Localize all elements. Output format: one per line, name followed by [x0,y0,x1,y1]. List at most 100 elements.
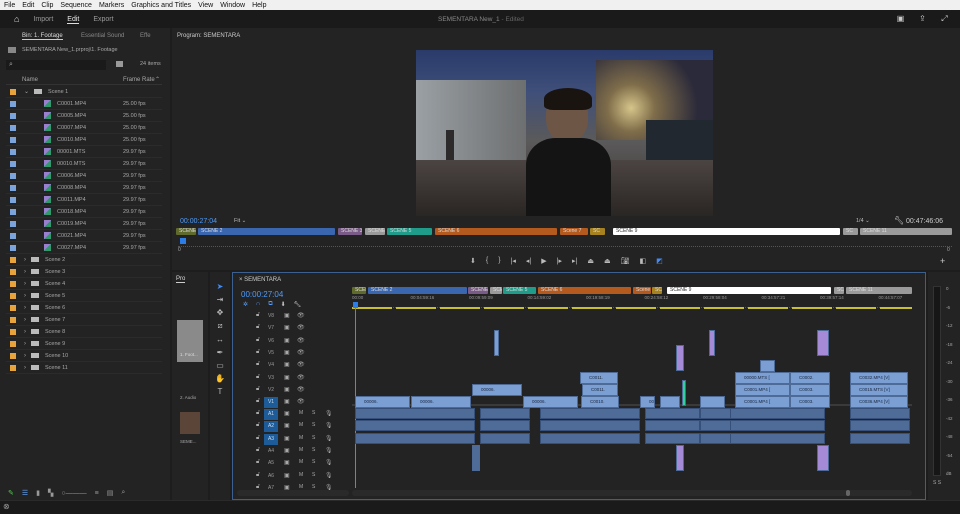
timeline-scene-marker[interactable]: SCENE 6 [538,287,631,294]
fit-dropdown[interactable]: Fit ⌄ [234,218,262,226]
lock-track-icon[interactable]: 🔓︎ [256,410,260,417]
chevron-right-icon[interactable]: › [24,257,26,263]
clip[interactable] [682,380,686,406]
razor-tool-icon[interactable]: ⧄ [217,321,222,331]
track-target-v1[interactable]: V1 [264,397,278,409]
timeline-timecode[interactable]: 00:00:27:04 [241,290,283,299]
vertical-zoom-scrollbar[interactable] [237,490,349,496]
program-scene-marker[interactable]: SCENE 3 [338,228,362,235]
clip[interactable] [494,330,499,356]
clip[interactable] [817,330,829,356]
label-color[interactable] [10,124,16,131]
video-clip[interactable] [760,360,775,372]
timeline-scene-marker[interactable]: SC [834,287,844,294]
video-clip[interactable]: C0011. [582,384,618,396]
sequence-thumbnail[interactable] [180,412,200,434]
video-clip[interactable]: 00006. [411,396,471,408]
lock-track-icon[interactable]: 🔓︎ [256,447,260,454]
search-input[interactable]: ⌕ [6,60,106,70]
pen-tool-icon[interactable]: ✒ [217,348,224,357]
timeline-scene-marker[interactable]: SC [652,287,662,294]
video-clip[interactable]: C0032.MP4 [V] [850,372,908,384]
eye-icon[interactable]: 👁︎ [297,374,305,381]
slip-tool-icon[interactable]: ↔ [216,335,224,344]
folder-row[interactable]: › Scene 11 [6,362,162,374]
clip[interactable] [472,445,480,471]
video-clip[interactable]: C0010. [581,396,619,408]
menu-edit[interactable]: Edit [22,2,34,9]
program-scene-marker[interactable]: SC [590,228,605,235]
timeline-scene-marker[interactable]: SCENE 9 [667,287,831,294]
audio-clip[interactable] [730,408,825,419]
mute-button[interactable]: M [299,472,303,478]
add-marker-icon[interactable]: ⬇︎ [470,257,476,265]
program-playhead[interactable] [180,238,186,244]
label-color[interactable] [10,220,16,227]
label-color[interactable] [10,100,16,107]
chevron-down-icon[interactable]: ⌄ [24,88,29,95]
clip-row[interactable]: C0005.MP4 25.00 fps [6,110,162,122]
video-clip[interactable]: 00000.MTS [ [735,372,790,384]
eye-icon[interactable]: 👁︎ [297,312,305,319]
audio-clip[interactable] [480,420,530,432]
video-clip[interactable]: C0011. [580,372,618,384]
lock-track-icon[interactable]: 🔓︎ [256,472,260,479]
audio-clip[interactable] [355,420,475,432]
sync-lock-icon[interactable]: ▣ [284,447,290,454]
clip-row[interactable]: C0006.MP4 29.97 fps [6,170,162,182]
resolution-dropdown[interactable]: 1/4 ⌄ [856,218,870,224]
label-color[interactable] [10,328,16,335]
label-color[interactable] [10,292,16,299]
clip-row[interactable]: 00010.MTS 29.97 fps [6,158,162,170]
label-color[interactable] [10,112,16,119]
timeline-scene-marker[interactable]: Scene 7 [633,287,651,294]
audio-clip[interactable] [355,432,475,444]
fullscreen-icon[interactable]: ⤢ [940,14,949,23]
eye-icon[interactable]: 👁︎ [297,386,305,393]
lock-track-icon[interactable]: 🔓︎ [256,337,260,344]
proxy-toggle-icon[interactable]: ◩ [656,257,663,265]
comparison-view-icon[interactable]: ◧ [639,257,646,265]
mute-button[interactable]: M [299,459,303,465]
quick-export-icon[interactable]: ▣ [896,14,905,23]
export-frame-icon[interactable]: 📷︎ [621,257,630,265]
new-bin-icon[interactable] [116,61,123,67]
program-monitor-title[interactable]: Program: SEMENTARA [177,33,240,39]
video-clip[interactable]: C0003. [790,384,830,396]
video-clip[interactable]: 00006. [472,384,522,396]
tab-essential-sound[interactable]: Essential Sound [81,33,124,39]
audio-clip[interactable] [540,408,640,419]
playhead-timecode[interactable]: 00:00:27:04 [180,218,217,225]
add-button[interactable]: + [940,256,945,266]
sync-lock-icon[interactable]: ▣ [284,472,290,479]
label-color[interactable] [10,352,16,359]
track-target-a3[interactable]: A3 [264,433,278,445]
label-color[interactable] [10,172,16,179]
chevron-right-icon[interactable]: › [24,365,26,371]
column-frame-rate[interactable]: Frame Rate [123,77,155,83]
lock-track-icon[interactable]: 🔓︎ [256,422,260,429]
nest-icon[interactable]: ✲ [243,301,248,308]
label-color[interactable] [10,244,16,251]
menu-sequence[interactable]: Sequence [60,2,92,9]
video-clip[interactable]: C0003. [790,396,830,408]
timeline-scene-marker[interactable]: SCENE 2 [368,287,467,294]
lock-track-icon[interactable]: 🔓︎ [256,349,260,356]
play-icon[interactable]: ▶ [541,257,546,265]
clip-row[interactable]: C0007.MP4 25.00 fps [6,122,162,134]
program-ruler[interactable] [178,244,952,247]
clip-row[interactable]: C0008.MP4 29.97 fps [6,182,162,194]
track-target-a1[interactable]: A1 [264,409,278,420]
step-back-icon[interactable]: ◂| [526,257,531,265]
clip-row[interactable]: C0021.MP4 29.97 fps [6,230,162,242]
snap-icon[interactable]: ∩ [256,301,260,308]
folder-row[interactable]: › Scene 7 [6,314,162,326]
timeline-scene-marker[interactable]: SCENE 1 [352,287,366,294]
label-color[interactable] [10,208,16,215]
track-target-v8[interactable]: V8 [264,311,278,322]
folder-row[interactable]: ⌄ Scene 1 [6,86,162,98]
go-to-out-icon[interactable]: ▸| [572,257,577,265]
eye-icon[interactable]: 👁︎ [297,324,305,331]
sync-lock-icon[interactable]: ▣ [284,337,290,344]
label-color[interactable] [10,88,16,95]
